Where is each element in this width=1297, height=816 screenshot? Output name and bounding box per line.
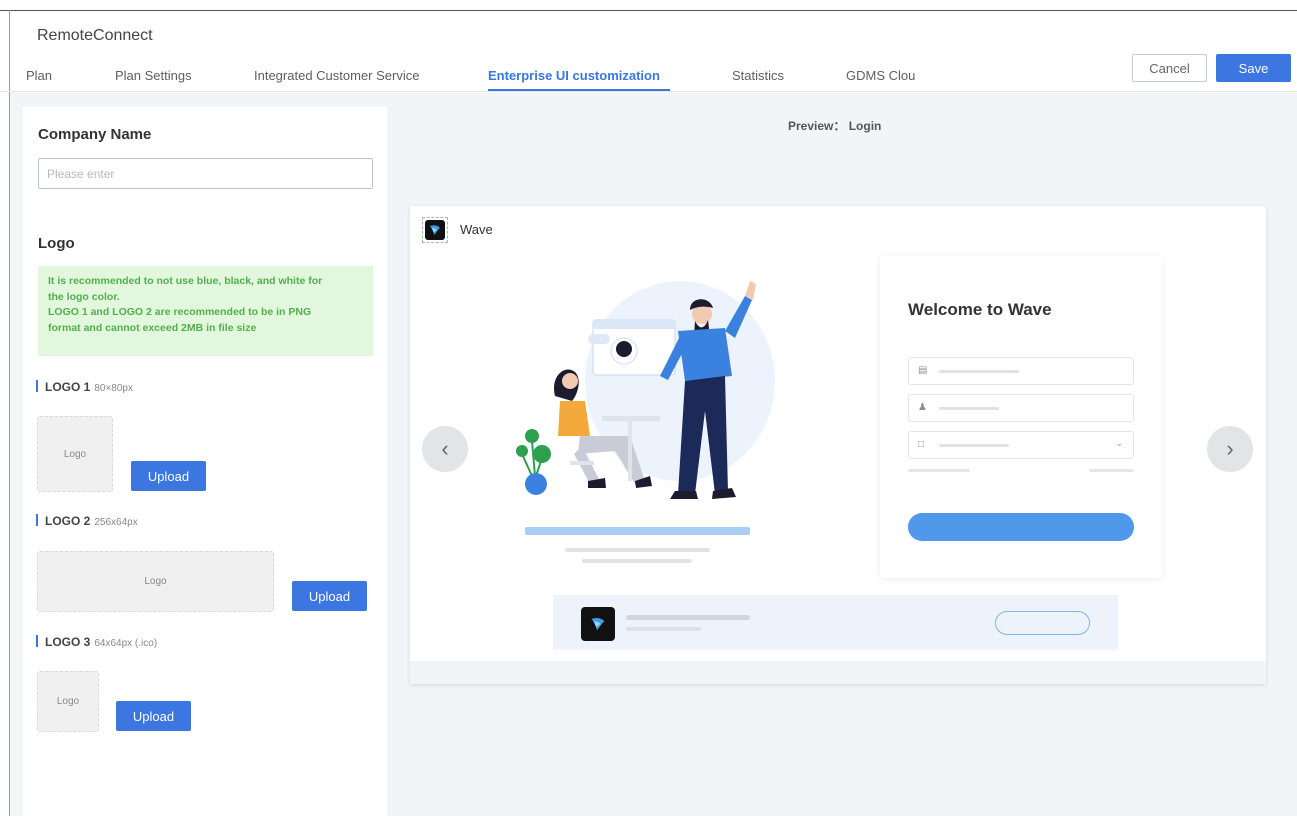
logo3-upload-button[interactable]: Upload [116,701,191,731]
illustration-caption-line [565,548,710,552]
mock-forgot-line [1089,469,1134,472]
illustration-caption-line [582,559,692,563]
logo1-placeholder: Logo [63,448,87,460]
active-tab-indicator [488,89,670,91]
banner-text-line [626,615,750,620]
mock-password-input: □ ⌄ [908,431,1134,459]
wave-logo [422,217,448,243]
tab-integrated-customer-service[interactable]: Integrated Customer Service [254,68,419,83]
company-name-label: Company Name [38,126,152,143]
people-illustration [516,281,775,499]
company-name-input[interactable] [38,158,373,189]
tab-plan-settings[interactable]: Plan Settings [115,68,192,83]
login-preview-card: Wave ‹ › Welcome to Wave ▤ ♟ □ ⌄ [410,206,1266,684]
building-icon: ▤ [918,365,928,376]
tab-plan[interactable]: Plan [26,68,52,83]
download-banner [553,595,1118,650]
illustration-caption-bar [525,527,750,535]
user-icon: ♟ [918,402,927,413]
logo3-heading: LOGO 3 64x64px (.ico) [36,635,157,649]
logo1-size: 80×80px [94,383,133,394]
tip-line: format and cannot exceed 2MB in file siz… [48,321,257,334]
logo3-preview-box[interactable]: Logo [37,671,99,732]
tip-line: LOGO 1 and LOGO 2 are recommended to be … [48,306,312,318]
logo1-preview-box[interactable]: Logo [37,416,113,492]
tip-line: the logo color. [48,290,120,303]
logo2-name: LOGO 2 [45,514,91,528]
chevron-left-icon[interactable]: ‹ [422,426,468,472]
wave-logo-icon [591,618,605,631]
mock-remember-line [908,469,970,472]
logo2-size: 256x64px [94,517,138,528]
logo2-preview-box[interactable]: Logo [37,551,274,612]
logo-tip-box: It is recommended to not use blue, black… [38,266,373,356]
app-title: RemoteConnect [37,27,153,44]
wave-logo-icon [430,225,440,235]
banner-wave-logo [581,607,615,641]
preview-label: Preview： Login [788,119,882,133]
tab-enterprise-ui-customization[interactable]: Enterprise UI customization [488,68,660,83]
eye-icon: ⌄ [1115,438,1123,448]
section-marker [36,635,38,647]
settings-panel: Company Name Logo It is recommended to n… [23,107,387,816]
lock-icon: □ [918,439,925,450]
logo1-upload-button[interactable]: Upload [131,461,206,491]
window-top-border [0,10,1297,11]
logo2-upload-button[interactable]: Upload [292,581,367,611]
login-welcome-title: Welcome to Wave [908,300,1052,319]
logo1-name: LOGO 1 [45,380,91,394]
logo2-heading: LOGO 2 256x64px [36,514,138,528]
section-marker [36,514,38,526]
tip-line: It is recommended to not use blue, black… [48,275,323,287]
mock-username-input: ♟ [908,394,1134,422]
logo1-heading: LOGO 1 80×80px [36,380,133,394]
logo3-name: LOGO 3 [45,635,91,649]
logo2-placeholder: Logo [144,576,167,587]
banner-text-line [626,627,701,631]
preview-brand-name: Wave [460,222,493,237]
section-marker [36,380,38,392]
logo3-size: 64x64px (.ico) [94,638,158,649]
banner-download-pill [995,611,1090,635]
preview-footer [410,661,1266,684]
logo-section-label: Logo [38,235,75,252]
login-form-card: Welcome to Wave ▤ ♟ □ ⌄ [880,256,1162,578]
cancel-button[interactable]: Cancel [1132,54,1207,82]
mock-company-input: ▤ [908,357,1134,385]
chevron-right-icon[interactable]: › [1207,426,1253,472]
save-button[interactable]: Save [1216,54,1291,82]
logo3-placeholder: Logo [56,696,80,707]
tab-bar: Plan Plan Settings Integrated Customer S… [0,60,1297,92]
tab-statistics[interactable]: Statistics [732,68,784,83]
tab-gdms-cloud[interactable]: GDMS Clou [846,68,915,83]
mock-login-button [908,513,1134,541]
